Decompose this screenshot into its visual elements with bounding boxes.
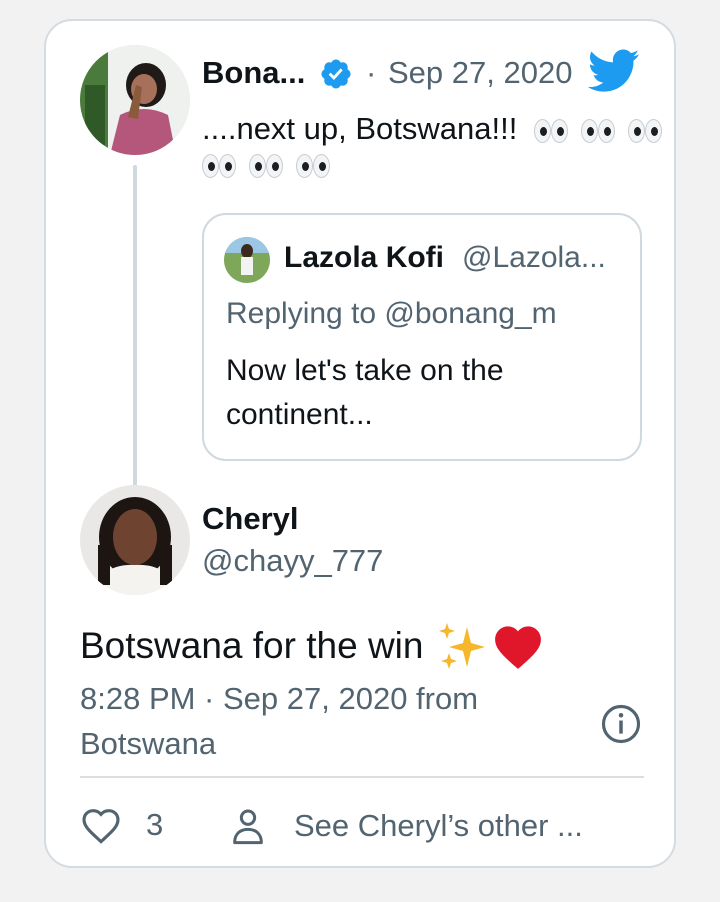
like-count: 3 [146,807,164,842]
twitter-bird-icon[interactable] [587,49,640,93]
bonang-avatar[interactable] [80,45,190,155]
see-other-tweets-link[interactable]: See Cheryl’s other ... [228,805,583,847]
main-author-name[interactable]: Cheryl [202,501,298,537]
verified-badge-icon [319,57,353,91]
timestamp-line-2[interactable]: Botswana [80,726,216,762]
parent-author-name[interactable]: Bona... [202,55,305,91]
eyes-emoji [249,154,283,178]
main-tweet-text-row: Botswana for the win [80,621,545,671]
parent-dot-separator: · [366,55,377,90]
like-button[interactable]: 3 [80,805,163,845]
eyes-emoji [202,154,236,178]
eyes-emoji [627,118,662,143]
parent-date[interactable]: Sep 27, 2020 [388,55,572,91]
parent-tweet-text: ....next up, Botswana!!! [202,107,662,151]
cheryl-avatar[interactable] [80,485,190,595]
red-heart-emoji [491,622,545,670]
eyes-emoji [533,118,568,143]
quoted-tweet-card[interactable]: Lazola Kofi @Lazola... Replying to @bona… [202,213,642,461]
see-other-text: See Cheryl’s other ... [294,808,583,843]
tweet-embed-card: Bona... · Sep 27, 2020 ....next up, Bots… [44,19,676,868]
sparkles-emoji [437,621,487,671]
eyes-emoji [580,118,615,143]
action-divider [80,776,644,778]
parent-text: ....next up, Botswana!!! [202,111,518,146]
thread-connector-line [133,165,137,493]
eyes-emoji-row-1 [533,118,674,143]
heart-outline-icon [80,805,122,845]
lazola-avatar[interactable] [224,237,270,283]
main-handle[interactable]: @chayy_777 [202,543,383,579]
quoted-replying-to[interactable]: Replying to @bonang_m [226,297,557,331]
info-icon[interactable] [600,703,642,745]
quoted-tweet-text: Now let's take on the continent... [226,354,504,431]
main-tweet-text: Botswana for the win [80,625,424,666]
quoted-handle[interactable]: @Lazola... [462,241,606,275]
timestamp-line-1[interactable]: 8:28 PM · Sep 27, 2020 from [80,681,478,717]
eyes-emoji [296,154,330,178]
eyes-emoji-row-2 [202,154,342,178]
quoted-author-name[interactable]: Lazola Kofi [284,241,444,275]
person-outline-icon [228,805,268,847]
